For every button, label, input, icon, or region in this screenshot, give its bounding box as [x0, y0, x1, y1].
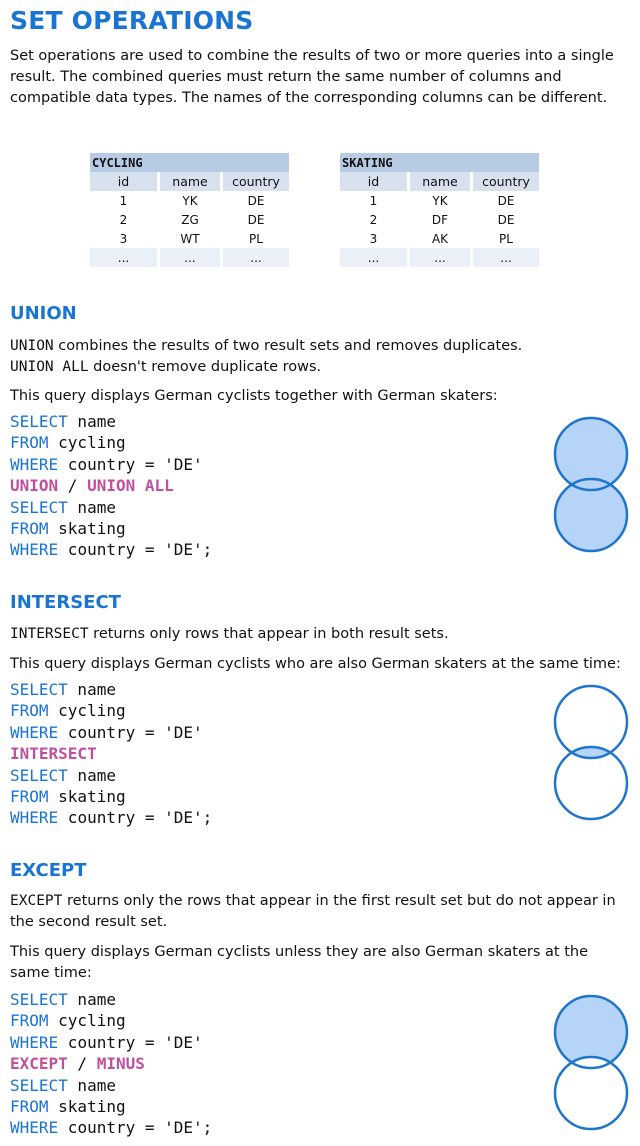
except-desc-text: returns only the rows that appear in the… — [10, 893, 616, 930]
table-cell: PL — [499, 231, 513, 246]
table-cell: PL — [249, 231, 263, 246]
except-intro: This query displays German cyclists unle… — [10, 944, 589, 981]
union-operator: UNION — [10, 476, 59, 496]
table-cell: 3 — [369, 231, 378, 246]
column-header: name — [160, 172, 220, 191]
table-cell: ... — [473, 248, 539, 267]
table-cell: YK — [432, 193, 448, 208]
table-cell: ... — [223, 248, 289, 267]
intersect-description: INTERSECT returns only rows that appear … — [10, 624, 632, 645]
intersect-keyword: INTERSECT — [10, 626, 89, 642]
intersect-operator: INTERSECT — [10, 744, 97, 764]
except-venn-diagram — [553, 994, 629, 1131]
table-cell: 1 — [119, 193, 128, 208]
intersect-heading: INTERSECT — [10, 592, 121, 613]
table-row: 2 ZG DE — [90, 210, 289, 229]
union-heading: UNION — [10, 303, 77, 324]
union-venn-diagram — [553, 416, 629, 553]
page-title: SET OPERATIONS — [10, 6, 254, 35]
table-row: ... ... ... — [90, 248, 289, 267]
column-header: country — [223, 172, 289, 191]
union-description: UNION combines the results of two result… — [10, 336, 632, 378]
except-operator: EXCEPT — [10, 1054, 68, 1074]
minus-operator: MINUS — [96, 1054, 145, 1074]
union-all-keyword: UNION ALL — [10, 359, 89, 375]
table-cell: DF — [431, 212, 449, 227]
union-all-operator: UNION ALL — [87, 476, 174, 496]
table-cell: 2 — [119, 212, 128, 227]
table-row: 3 AK PL — [340, 229, 539, 248]
table-cell: DE — [247, 212, 265, 227]
table-cell: ... — [160, 248, 220, 267]
intro-text: Set operations are used to combine the r… — [10, 48, 614, 106]
union-intro: This query displays German cyclists toge… — [10, 388, 498, 404]
table-cell: DE — [247, 193, 265, 208]
table-row: 2 DF DE — [340, 210, 539, 229]
table-cell: DE — [497, 193, 515, 208]
table-name: SKATING — [340, 153, 539, 172]
table-cell: 1 — [369, 193, 378, 208]
union-keyword: UNION — [10, 338, 54, 354]
table-cell: ... — [90, 248, 157, 267]
table-cell: ... — [340, 248, 407, 267]
table-row: 1 YK DE — [340, 191, 539, 210]
union-query: SELECT name FROM cycling WHERE country =… — [10, 412, 213, 560]
table-cell: ZG — [181, 212, 199, 227]
table-cell: AK — [431, 231, 449, 246]
union-all-desc-text: doesn't remove duplicate rows. — [88, 359, 322, 375]
skating-table: SKATING id name country 1 YK DE 2 DF DE … — [337, 153, 542, 267]
except-keyword: EXCEPT — [10, 893, 63, 909]
column-header: id — [340, 172, 407, 191]
column-header: country — [473, 172, 539, 191]
intersect-intro: This query displays German cyclists who … — [10, 656, 621, 672]
except-heading: EXCEPT — [10, 860, 87, 881]
table-name: CYCLING — [90, 153, 289, 172]
table-row: ... ... ... — [340, 248, 539, 267]
column-header: id — [90, 172, 157, 191]
except-description: EXCEPT returns only the rows that appear… — [10, 891, 632, 933]
cycling-table: CYCLING id name country 1 YK DE 2 ZG DE … — [87, 153, 292, 267]
table-row: 1 YK DE — [90, 191, 289, 210]
table-cell: YK — [182, 193, 198, 208]
table-cell: 2 — [369, 212, 378, 227]
table-row: 3 WT PL — [90, 229, 289, 248]
table-cell: DE — [497, 212, 515, 227]
table-cell: ... — [410, 248, 470, 267]
except-query: SELECT name FROM cycling WHERE country =… — [10, 990, 213, 1138]
intersect-desc-text: returns only rows that appear in both re… — [88, 626, 449, 642]
union-desc-text: combines the results of two result sets … — [53, 338, 523, 354]
intersect-query: SELECT name FROM cycling WHERE country =… — [10, 680, 213, 828]
table-cell: WT — [180, 231, 200, 246]
column-header: name — [410, 172, 470, 191]
table-cell: 3 — [119, 231, 128, 246]
intersect-venn-diagram — [553, 684, 629, 821]
